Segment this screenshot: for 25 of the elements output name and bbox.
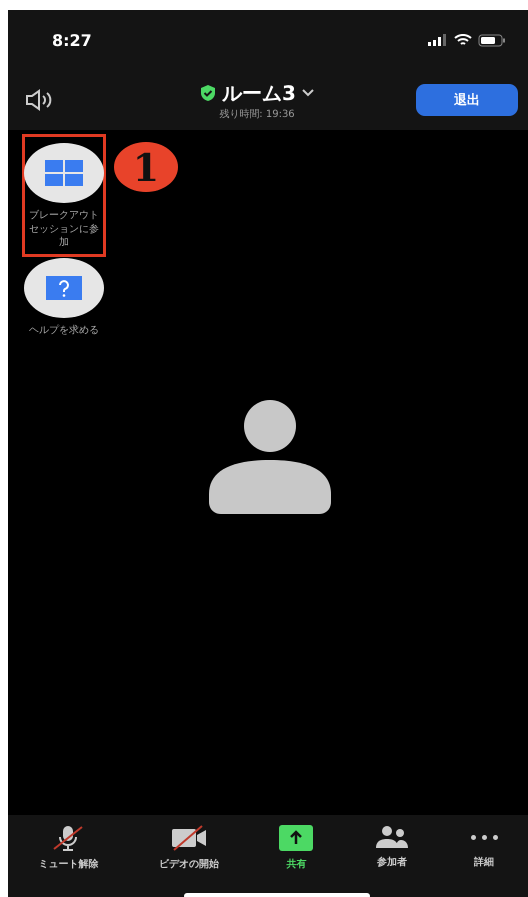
shield-check-icon — [200, 84, 216, 102]
chevron-down-icon[interactable] — [302, 89, 314, 97]
toolbar-button[interactable]: 参加者 — [370, 819, 414, 875]
remaining-time: 残り時間: 19:36 — [219, 108, 295, 120]
toolbar-button[interactable]: 共有 — [275, 819, 318, 877]
signal-icon — [428, 34, 448, 46]
more-icon — [470, 835, 498, 840]
avatar-silhouette-icon — [209, 400, 331, 514]
toolbar-button[interactable]: 詳細 — [466, 819, 502, 875]
people-icon — [374, 825, 410, 849]
annotation-number: 1 — [114, 142, 178, 192]
share-icon — [279, 825, 314, 851]
grid-icon — [45, 160, 83, 186]
leave-button[interactable]: 退出 — [416, 84, 518, 116]
camera-muted-icon — [170, 825, 208, 851]
toolbar-button[interactable]: ビデオの開始 — [154, 819, 223, 877]
wifi-icon — [454, 34, 472, 46]
battery-icon — [478, 34, 506, 46]
room-title[interactable]: ルーム3 — [222, 80, 296, 106]
action-label: ブレークアウトセッションに参加 — [28, 209, 100, 250]
microphone-muted-icon — [52, 825, 84, 851]
toolbar-button[interactable]: ミュート解除 — [34, 819, 102, 877]
action-label: ヘルプを求める — [28, 324, 100, 337]
status-time: 8:27 — [52, 30, 92, 50]
help-icon — [46, 276, 82, 300]
